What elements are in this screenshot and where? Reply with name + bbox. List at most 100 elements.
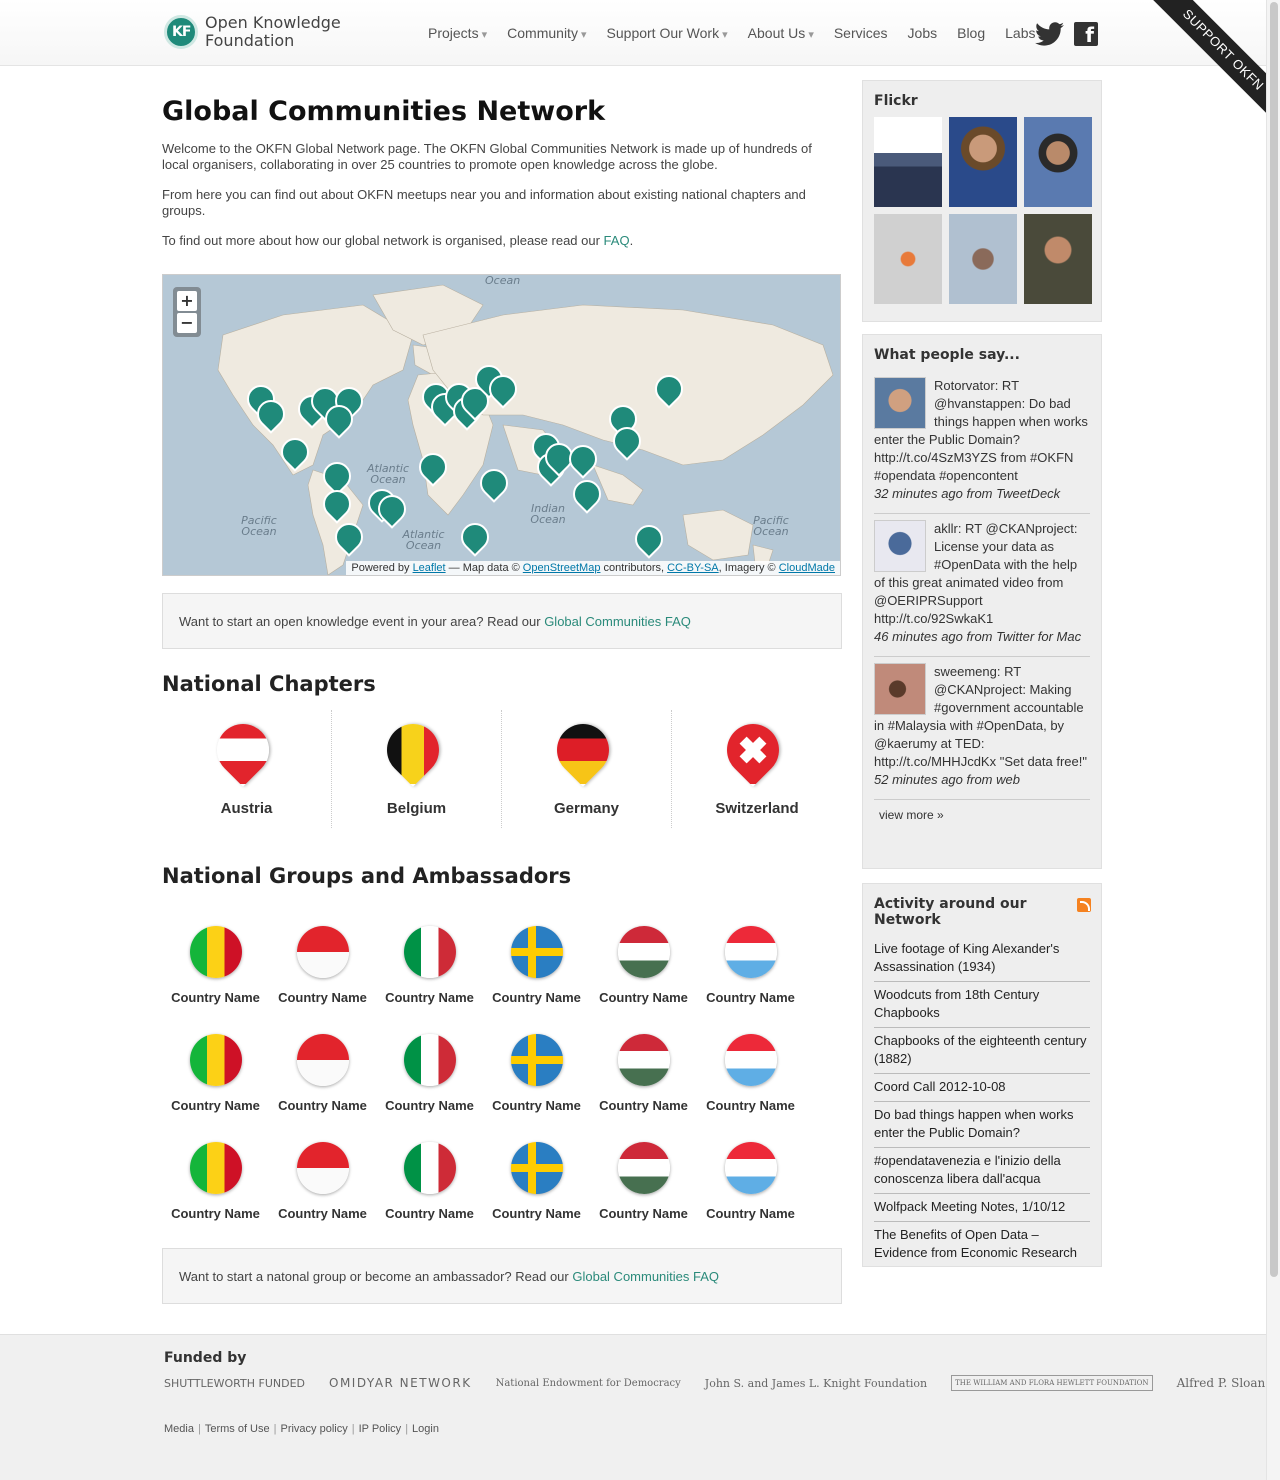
group-item[interactable]: Country Name <box>269 926 376 1034</box>
group-row: Country Name Country Name Country Name C… <box>162 1034 842 1142</box>
view-more-link[interactable]: view more » <box>874 800 1090 822</box>
group-item[interactable]: Country Name <box>483 926 590 1034</box>
intro: Welcome to the OKFN Global Network page.… <box>162 141 842 249</box>
group-item[interactable]: Country Name <box>590 926 697 1034</box>
map-marker-icon[interactable] <box>613 427 637 455</box>
map-marker-icon[interactable] <box>325 405 349 433</box>
group-item[interactable]: Country Name <box>162 926 269 1034</box>
okfn-logo[interactable]: Open Knowledge Foundation <box>164 14 341 50</box>
group-name: Country Name <box>492 1098 581 1113</box>
flickr-photo[interactable] <box>949 214 1017 304</box>
group-item[interactable]: Country Name <box>697 1142 804 1250</box>
chapter-belgium[interactable]: Belgium <box>332 710 502 828</box>
group-item[interactable]: Country Name <box>590 1142 697 1250</box>
map-marker-icon[interactable] <box>655 375 679 403</box>
shuttleworth-logo[interactable]: SHUTTLEWORTH FUNDED <box>164 1377 305 1390</box>
group-item[interactable]: Country Name <box>697 1034 804 1142</box>
cloudmade-link[interactable]: CloudMade <box>779 562 835 574</box>
cc-by-sa-link[interactable]: CC-BY-SA <box>667 562 719 574</box>
activity-item[interactable]: #opendatavenezia e l'inizio della conosc… <box>874 1148 1090 1194</box>
group-item[interactable]: Country Name <box>697 926 804 1034</box>
flickr-photo[interactable] <box>1024 117 1092 207</box>
support-ribbon[interactable]: SUPPORT OKFN <box>1140 0 1280 140</box>
flickr-title: Flickr <box>874 93 918 109</box>
map-marker-icon[interactable] <box>545 443 569 471</box>
group-item[interactable]: Country Name <box>269 1142 376 1250</box>
group-item[interactable]: Country Name <box>483 1034 590 1142</box>
map-marker-icon[interactable] <box>635 525 659 553</box>
map-marker-icon[interactable] <box>480 469 504 497</box>
hungary-flag-icon <box>617 1142 670 1194</box>
zoom-out-button[interactable]: − <box>177 313 197 333</box>
faq-link[interactable]: FAQ <box>604 233 630 248</box>
flickr-photo[interactable] <box>949 117 1017 207</box>
osm-link[interactable]: OpenStreetMap <box>523 562 601 574</box>
map-marker-icon[interactable] <box>378 495 402 523</box>
nav-community[interactable]: Community <box>507 25 586 41</box>
ip-policy-link[interactable]: IP Policy <box>359 1423 402 1435</box>
group-item[interactable]: Country Name <box>376 926 483 1034</box>
avatar[interactable] <box>874 377 926 429</box>
avatar[interactable] <box>874 520 926 572</box>
nav-services[interactable]: Services <box>834 25 888 41</box>
twitter-icon[interactable] <box>1033 22 1065 46</box>
map-marker-icon[interactable] <box>489 375 513 403</box>
activity-item[interactable]: Live footage of King Alexander's Assassi… <box>874 936 1090 982</box>
chapter-austria[interactable]: Austria <box>162 710 332 828</box>
leaflet-link[interactable]: Leaflet <box>413 562 446 574</box>
group-item[interactable]: Country Name <box>590 1034 697 1142</box>
sloan-foundation-logo[interactable]: Alfred P. Sloan Foundation <box>1177 1376 1280 1390</box>
group-item[interactable]: Country Name <box>162 1034 269 1142</box>
knight-foundation-logo[interactable]: John S. and James L. Knight Foundation <box>705 1377 927 1390</box>
nav-blog[interactable]: Blog <box>957 25 985 41</box>
nav-labs[interactable]: Labs <box>1005 25 1035 41</box>
activity-item[interactable]: Wolfpack Meeting Notes, 1/10/12 <box>874 1194 1090 1222</box>
flickr-photo[interactable] <box>874 117 942 207</box>
omidyar-logo[interactable]: OMIDYAR NETWORK <box>329 1376 472 1390</box>
activity-item[interactable]: The Benefits of Open Data – Evidence fro… <box>874 1222 1090 1267</box>
map-marker-icon[interactable] <box>323 462 347 490</box>
activity-item[interactable]: Woodcuts from 18th Century Chapbooks <box>874 982 1090 1028</box>
login-link[interactable]: Login <box>412 1423 439 1435</box>
activity-item[interactable]: Chapbooks of the eighteenth century (188… <box>874 1028 1090 1074</box>
activity-item[interactable]: Do bad things happen when works enter th… <box>874 1102 1090 1148</box>
facebook-icon[interactable]: f <box>1074 22 1098 47</box>
group-item[interactable]: Country Name <box>162 1142 269 1250</box>
flickr-photo[interactable] <box>874 214 942 304</box>
support-ribbon-label[interactable]: SUPPORT OKFN <box>1140 0 1280 135</box>
flickr-photo[interactable] <box>1024 214 1092 304</box>
avatar[interactable] <box>874 663 926 715</box>
group-item[interactable]: Country Name <box>376 1034 483 1142</box>
map-marker-icon[interactable] <box>323 490 347 518</box>
terms-link[interactable]: Terms of Use <box>205 1423 270 1435</box>
map-marker-icon[interactable] <box>335 523 359 551</box>
nav-support-our-work[interactable]: Support Our Work <box>607 25 728 41</box>
ned-logo[interactable]: National Endowment for Democracy <box>496 1378 681 1389</box>
group-item[interactable]: Country Name <box>483 1142 590 1250</box>
media-link[interactable]: Media <box>164 1423 194 1435</box>
group-name: Country Name <box>385 1098 474 1113</box>
chapter-germany[interactable]: Germany <box>502 710 672 828</box>
privacy-link[interactable]: Privacy policy <box>280 1423 347 1435</box>
nav-about-us[interactable]: About Us <box>748 25 814 41</box>
map-marker-icon[interactable] <box>573 480 597 508</box>
nav-projects[interactable]: Projects <box>428 25 487 41</box>
nav-jobs[interactable]: Jobs <box>908 25 938 41</box>
group-item[interactable]: Country Name <box>269 1034 376 1142</box>
zoom-in-button[interactable]: + <box>177 291 197 311</box>
community-map[interactable]: + − Ocean Atlantic Ocean Indian Ocean Pa… <box>162 274 841 576</box>
hewlett-foundation-logo[interactable]: THE WILLIAM AND FLORA HEWLETT FOUNDATION <box>951 1375 1153 1391</box>
map-marker-icon[interactable] <box>419 453 443 481</box>
map-marker-icon[interactable] <box>569 445 593 473</box>
group-item[interactable]: Country Name <box>376 1142 483 1250</box>
map-marker-icon[interactable] <box>257 400 281 428</box>
global-communities-faq-link[interactable]: Global Communities FAQ <box>572 1269 719 1284</box>
global-communities-faq-link[interactable]: Global Communities FAQ <box>544 614 691 629</box>
chapter-switzerland[interactable]: Switzerland <box>672 710 842 828</box>
activity-item[interactable]: Coord Call 2012-10-08 <box>874 1074 1090 1102</box>
map-marker-icon[interactable] <box>461 523 485 551</box>
rss-icon[interactable] <box>1077 898 1091 912</box>
map-marker-icon[interactable] <box>281 438 305 466</box>
scrollbar-thumb[interactable] <box>1270 2 1278 1277</box>
page-scrollbar[interactable] <box>1266 0 1280 1480</box>
